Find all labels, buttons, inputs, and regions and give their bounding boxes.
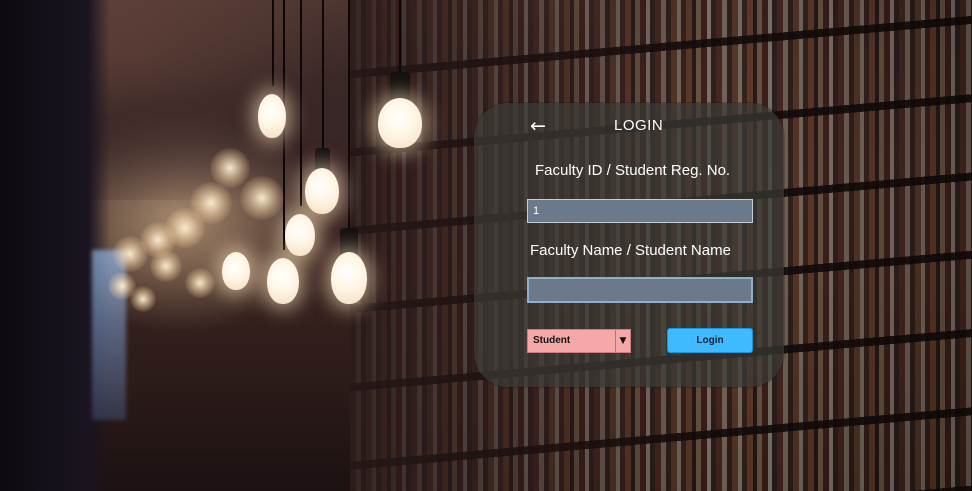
bulb-glow: [130, 286, 156, 312]
lamp-cord: [348, 0, 350, 232]
arrow-left-icon: ←: [530, 115, 546, 137]
lamp-cord: [399, 0, 401, 78]
lamp-socket: [315, 148, 330, 170]
light-bulb: [305, 168, 339, 214]
light-bulb: [285, 214, 315, 256]
login-button[interactable]: Login: [667, 328, 753, 353]
name-input[interactable]: [527, 277, 753, 303]
light-bulb: [331, 252, 367, 304]
role-select-value: Student: [533, 335, 571, 346]
id-label: Faculty ID / Student Reg. No.: [535, 162, 731, 179]
light-bulb: [378, 98, 422, 148]
back-button[interactable]: ←: [530, 116, 552, 136]
light-bulb: [267, 258, 299, 304]
lamp-socket: [340, 228, 358, 254]
login-panel: ← LOGIN Faculty ID / Student Reg. No. Fa…: [474, 103, 784, 387]
lamp-cord: [322, 0, 324, 150]
lamp-cord: [272, 0, 274, 86]
light-bulb: [258, 94, 286, 138]
login-title: LOGIN: [614, 117, 664, 134]
bulb-glow: [185, 268, 215, 298]
light-bulb: [222, 252, 250, 290]
bulb-glow: [112, 236, 148, 272]
id-input[interactable]: [527, 199, 753, 223]
lamp-socket: [390, 72, 410, 100]
role-select[interactable]: Student ▼: [527, 329, 631, 353]
name-label: Faculty Name / Student Name: [530, 242, 731, 259]
bulb-glow: [240, 176, 284, 220]
lamp-cord: [300, 0, 302, 206]
dropdown-arrow-icon[interactable]: ▼: [615, 330, 630, 352]
bulb-glow: [150, 250, 182, 282]
